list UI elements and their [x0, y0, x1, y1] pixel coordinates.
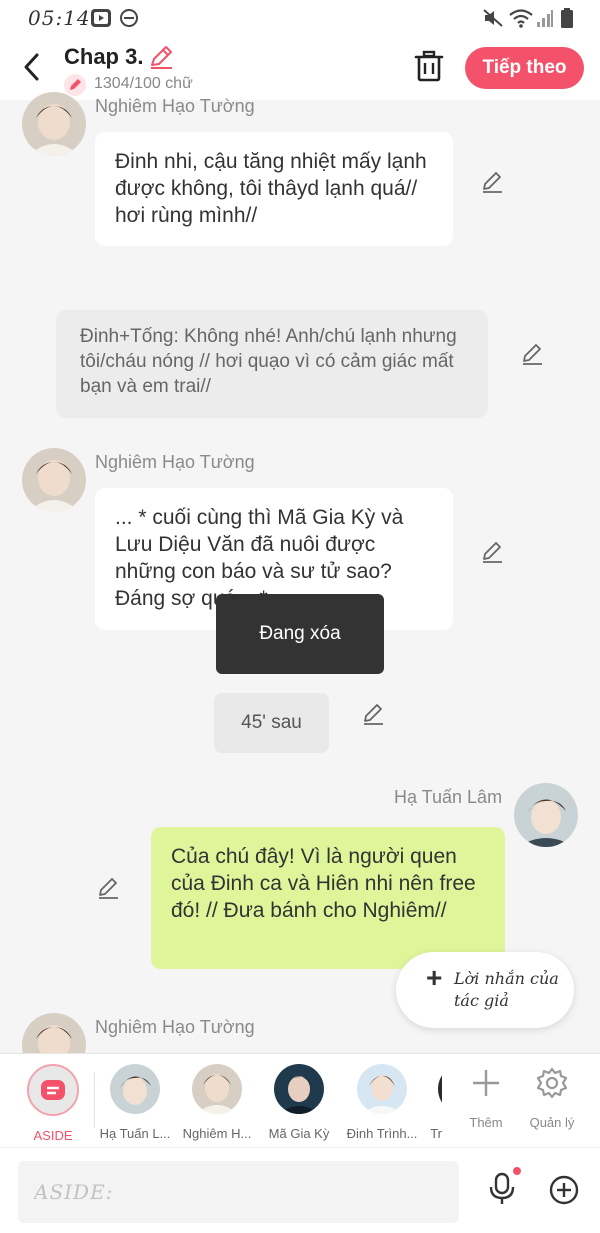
- time-skip-chip[interactable]: 45' sau: [214, 693, 329, 753]
- character-item[interactable]: Hạ Tuấn L...: [90, 1064, 180, 1141]
- word-count: 1304/100 chữ: [94, 75, 193, 92]
- signal-icon: [537, 10, 553, 27]
- character-avatar: [357, 1064, 407, 1114]
- manage-label: Quản lý: [529, 1115, 575, 1130]
- character-item[interactable]: Tr: [414, 1064, 442, 1141]
- next-button[interactable]: Tiếp theo: [465, 47, 584, 89]
- edit-message-icon[interactable]: [96, 876, 120, 900]
- status-time: 05:14: [28, 6, 91, 30]
- edit-title-icon[interactable]: [148, 44, 174, 70]
- message-bubble[interactable]: Của chú đây! Vì là người quen của Đinh c…: [151, 827, 505, 969]
- sender-name: Nghiêm Hạo Tường: [95, 452, 255, 472]
- character-label: ASIDE: [33, 1128, 73, 1143]
- character-bar: ASIDE Hạ Tuấn L... Nghiêm H... Mã Gia Kỳ…: [0, 1053, 600, 1147]
- character-avatar: [110, 1064, 160, 1114]
- recording-indicator: [513, 1167, 521, 1175]
- microphone-icon[interactable]: [487, 1172, 517, 1206]
- status-bar: 05:14: [0, 0, 600, 36]
- character-label: Hạ Tuấn L...: [99, 1126, 171, 1141]
- add-character-button[interactable]: Thêm: [451, 1066, 521, 1130]
- edit-message-icon[interactable]: [361, 702, 385, 726]
- plus-icon: [473, 1070, 499, 1096]
- character-item[interactable]: Mã Gia Kỳ: [254, 1064, 344, 1141]
- avatar[interactable]: [22, 448, 86, 512]
- chapter-title[interactable]: Chap 3.: [64, 44, 143, 70]
- sender-name: Nghiêm Hạo Tường: [95, 96, 255, 116]
- author-note-label: Lời nhắn của tác giả: [454, 969, 559, 1010]
- character-avatar: [438, 1064, 442, 1114]
- trash-icon[interactable]: [414, 50, 444, 82]
- add-label: Thêm: [469, 1115, 503, 1130]
- edit-message-icon[interactable]: [480, 170, 504, 194]
- chapter-header: Chap 3. 1304/100 chữ Tiếp theo: [0, 36, 600, 100]
- add-circle-icon[interactable]: [548, 1174, 580, 1206]
- avatar[interactable]: [514, 783, 578, 847]
- character-avatar: [274, 1064, 324, 1114]
- plus-icon: +: [426, 962, 443, 993]
- character-label: Mã Gia Kỳ: [268, 1126, 330, 1141]
- wifi-icon: [509, 9, 533, 28]
- word-count-pencil-icon: [64, 74, 86, 96]
- narration-bubble[interactable]: Đinh+Tống: Không nhé! Anh/chú lạnh nhưng…: [56, 310, 488, 418]
- author-note-button[interactable]: + Lời nhắn của tác giả: [396, 952, 574, 1028]
- aside-input[interactable]: [18, 1161, 459, 1223]
- edit-message-icon[interactable]: [480, 540, 504, 564]
- video-app-icon: [91, 9, 111, 27]
- sender-name: Nghiêm Hạo Tường: [95, 1017, 255, 1037]
- gear-icon: [536, 1067, 568, 1099]
- character-label: Tr: [430, 1126, 442, 1141]
- avatar[interactable]: [22, 92, 86, 156]
- battery-icon: [561, 8, 573, 28]
- character-label: Nghiêm H...: [182, 1126, 252, 1141]
- input-bar: [0, 1147, 600, 1233]
- manage-button[interactable]: Quản lý: [517, 1066, 587, 1130]
- character-item[interactable]: Nghiêm H...: [172, 1064, 262, 1141]
- message-bubble[interactable]: Đinh nhi, cậu tăng nhiệt mấy lạnh được k…: [95, 132, 453, 246]
- deleting-toast: Đang xóa: [216, 594, 384, 674]
- sender-name: Hạ Tuấn Lâm: [394, 787, 503, 807]
- do-not-disturb-icon: [120, 9, 138, 27]
- back-arrow-icon[interactable]: [18, 50, 46, 84]
- character-aside[interactable]: ASIDE: [8, 1064, 98, 1143]
- mute-icon: [483, 9, 503, 27]
- edit-message-icon[interactable]: [520, 342, 544, 366]
- character-avatar: [192, 1064, 242, 1114]
- aside-icon: [27, 1064, 79, 1116]
